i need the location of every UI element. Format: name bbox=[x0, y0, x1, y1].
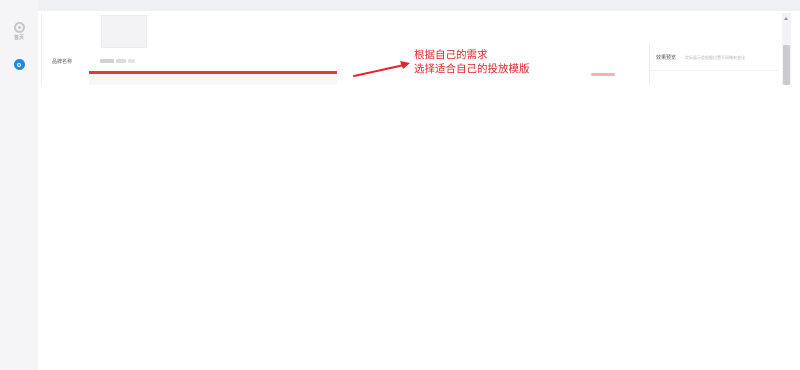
preview-panel: 效果预览 实际展示会根据位置不同略有变化 bbox=[649, 44, 779, 85]
annotation-text: 根据自己的需求 选择适合自己的投放模版 bbox=[414, 48, 530, 76]
annotation-line-1: 根据自己的需求 bbox=[414, 49, 488, 61]
template-selector-row[interactable] bbox=[89, 74, 337, 85]
preview-hint: 实际展示会根据位置不同略有变化 bbox=[685, 55, 745, 60]
top-band bbox=[38, 0, 800, 11]
brand-name-label: 品牌名称 bbox=[52, 59, 73, 65]
home-icon bbox=[13, 22, 25, 33]
brand-name-value-blurred bbox=[100, 59, 144, 64]
screen: 首页 品牌名称 根据自己的需求 选择适合自己的投放模版 效果预览 实际展示会根据… bbox=[0, 0, 800, 370]
annotation-line-2: 选择适合自己的投放模版 bbox=[414, 63, 530, 75]
annotation-mark bbox=[591, 73, 615, 76]
nav-item-active[interactable] bbox=[0, 59, 38, 70]
image-upload-box[interactable] bbox=[101, 15, 147, 48]
active-nav-icon bbox=[13, 59, 25, 70]
preview-divider bbox=[650, 70, 779, 71]
annotation-arrow-icon bbox=[353, 61, 410, 77]
scrollbar-thumb[interactable] bbox=[783, 45, 790, 85]
preview-title: 效果预览 bbox=[656, 55, 677, 61]
nav-item-home-label: 首页 bbox=[13, 35, 24, 41]
scroll-up-arrow-icon[interactable] bbox=[784, 17, 788, 20]
nav-item-home[interactable]: 首页 bbox=[0, 22, 38, 41]
left-nav-rail: 首页 bbox=[0, 0, 38, 370]
